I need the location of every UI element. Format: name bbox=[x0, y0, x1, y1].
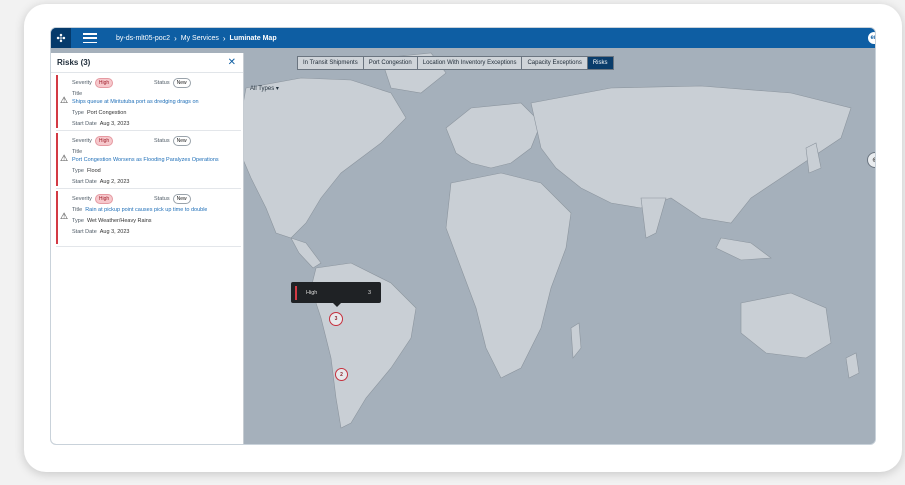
severity-badge: High bbox=[94, 136, 114, 146]
severity-label: Severity bbox=[72, 80, 92, 87]
warning-triangle-icon: ⚠ bbox=[60, 153, 69, 163]
title-label: Title bbox=[72, 149, 83, 155]
status-badge: New bbox=[172, 136, 191, 146]
status-label: Status bbox=[154, 80, 170, 87]
cluster-tooltip: High 3 bbox=[291, 282, 381, 307]
risk-title-link[interactable]: Ships queue at Miritutuba port as dredgi… bbox=[72, 99, 199, 105]
breadcrumb-tenant[interactable]: by-ds-mlt05-poc2 bbox=[116, 35, 170, 42]
status-badge: New bbox=[172, 194, 191, 204]
severity-badge: High bbox=[94, 78, 114, 88]
caret-down-icon: ▾ bbox=[275, 86, 279, 92]
severity-accent bbox=[56, 191, 58, 244]
risk-item[interactable]: ⚠ Severity High Status New Title Ships que… bbox=[56, 73, 241, 131]
chevron-right-icon: › bbox=[174, 33, 177, 43]
risk-start-date: Aug 3, 2023 bbox=[99, 229, 130, 235]
type-label: Type bbox=[72, 168, 84, 174]
risk-start-date: Aug 2, 2023 bbox=[99, 179, 130, 185]
tooltip-count: 3 bbox=[367, 289, 371, 296]
type-label: Type bbox=[72, 110, 84, 116]
risk-type: Port Congestion bbox=[86, 110, 127, 116]
severity-bar bbox=[295, 285, 297, 300]
panel-title: Risks (3) bbox=[57, 58, 91, 67]
risks-panel: Risks (3) ✕ ⚠ Severity High Status New Tit… bbox=[51, 53, 244, 444]
risk-item[interactable]: ⚠ Severity High Status New Title Rain at pi… bbox=[56, 189, 241, 247]
risk-title-link[interactable]: Rain at pickup point causes pick up time… bbox=[85, 207, 207, 213]
type-label: Type bbox=[72, 218, 84, 224]
risk-start-date: Aug 3, 2023 bbox=[99, 121, 130, 127]
risk-title-link[interactable]: Port Congestion Worsens as Flooding Para… bbox=[72, 157, 219, 163]
tab-inventory-exceptions[interactable]: Location With Inventory Exceptions bbox=[418, 57, 523, 69]
breadcrumb-current: Luminate Map bbox=[229, 34, 277, 42]
title-label: Title bbox=[72, 207, 83, 213]
start-date-label: Start Date bbox=[72, 229, 97, 235]
warning-triangle-icon: ⚠ bbox=[60, 211, 69, 221]
close-icon[interactable]: ✕ bbox=[228, 57, 236, 68]
type-filter-dropdown[interactable]: All Types ▾ bbox=[250, 85, 279, 92]
map-control-icon[interactable]: ⊕ bbox=[867, 152, 875, 168]
app-window: ✣ by-ds-mlt05-poc2 › My Services › Lumin… bbox=[50, 27, 876, 445]
risk-type: Flood bbox=[86, 168, 101, 174]
tab-capacity-exceptions[interactable]: Capacity Exceptions bbox=[522, 57, 588, 69]
type-filter-label: All Types bbox=[250, 86, 275, 92]
layer-tabs: In Transit Shipments Port Congestion Loc… bbox=[297, 56, 614, 70]
tab-port-congestion[interactable]: Port Congestion bbox=[364, 57, 418, 69]
risk-cluster-marker[interactable]: 3 bbox=[329, 312, 343, 326]
start-date-label: Start Date bbox=[72, 179, 97, 185]
risk-cluster-marker[interactable]: 2 bbox=[335, 368, 348, 381]
hamburger-menu-icon[interactable] bbox=[83, 33, 97, 43]
tooltip-severity: High bbox=[306, 289, 318, 296]
top-bar: ✣ by-ds-mlt05-poc2 › My Services › Lumin… bbox=[51, 28, 875, 48]
status-badge: New bbox=[172, 78, 191, 88]
panel-header: Risks (3) ✕ bbox=[51, 53, 243, 73]
breadcrumb-my-services[interactable]: My Services bbox=[181, 35, 219, 42]
severity-accent bbox=[56, 75, 58, 128]
severity-badge: High bbox=[94, 194, 114, 204]
warning-triangle-icon: ⚠ bbox=[60, 95, 69, 105]
breadcrumb: by-ds-mlt05-poc2 › My Services › Luminat… bbox=[116, 34, 277, 43]
title-label: Title bbox=[72, 91, 83, 97]
app-logo-icon[interactable]: ✣ bbox=[51, 28, 71, 48]
severity-label: Severity bbox=[72, 138, 92, 145]
status-label: Status bbox=[154, 196, 170, 203]
start-date-label: Start Date bbox=[72, 121, 97, 127]
severity-accent bbox=[56, 133, 58, 186]
risk-item[interactable]: ⚠ Severity High Status New Title Port Cong… bbox=[56, 131, 241, 189]
status-label: Status bbox=[154, 138, 170, 145]
risk-type: Wet Weather/Heavy Rains bbox=[86, 218, 152, 224]
severity-label: Severity bbox=[72, 196, 92, 203]
tab-risks[interactable]: Risks bbox=[587, 57, 613, 69]
avatar[interactable]: en bbox=[867, 31, 875, 45]
chevron-right-icon: › bbox=[222, 33, 226, 43]
tab-in-transit-shipments[interactable]: In Transit Shipments bbox=[298, 57, 364, 69]
